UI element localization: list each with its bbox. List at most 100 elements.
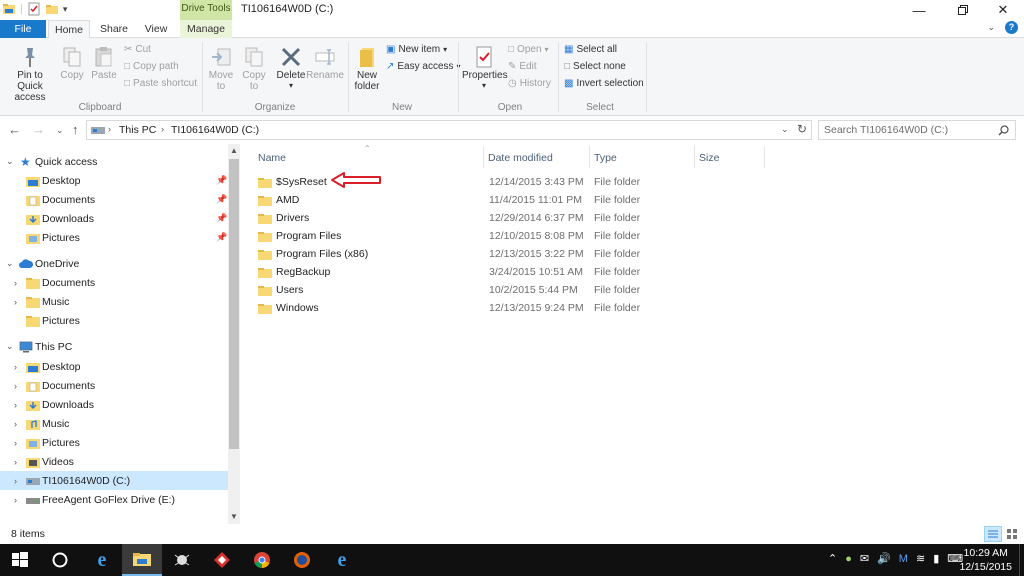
properties-button[interactable]: Properties ▾ bbox=[462, 46, 508, 90]
tree-item-quick-access[interactable]: ⌄ ★ Quick access bbox=[0, 152, 228, 171]
collapsed-chevron-icon[interactable]: › bbox=[14, 400, 17, 410]
easy-access-button[interactable]: ↗Easy access▾ bbox=[386, 61, 461, 72]
tab-share[interactable]: Share bbox=[94, 20, 134, 38]
nav-pane-scroll-thumb[interactable] bbox=[229, 159, 239, 449]
volume-icon[interactable]: 🔊 bbox=[877, 552, 891, 565]
tree-item-pc-documents[interactable]: › Documents bbox=[0, 376, 228, 395]
start-button[interactable] bbox=[0, 544, 40, 576]
column-separator[interactable] bbox=[589, 146, 590, 168]
collapsed-chevron-icon[interactable]: › bbox=[14, 381, 17, 391]
show-desktop-button[interactable] bbox=[1019, 544, 1024, 576]
taskbar-explorer-app[interactable] bbox=[122, 544, 162, 576]
explorer-app-icon[interactable] bbox=[2, 2, 16, 16]
expanded-chevron-icon[interactable]: ⌄ bbox=[6, 156, 14, 167]
column-header-date-modified[interactable]: Date modified bbox=[488, 152, 553, 164]
tree-item-qa-desktop[interactable]: Desktop 📌 bbox=[0, 171, 228, 190]
tree-item-qa-downloads[interactable]: Downloads 📌 bbox=[0, 209, 228, 228]
column-header-type[interactable]: Type bbox=[594, 152, 617, 164]
taskbar-edge-app[interactable]: e bbox=[82, 544, 122, 576]
delete-dropdown-icon[interactable]: ▾ bbox=[274, 81, 308, 90]
scroll-up-icon[interactable]: ▲ bbox=[230, 146, 238, 155]
recent-locations-icon[interactable]: ⌄ bbox=[56, 125, 64, 136]
breadcrumb-drive[interactable]: TI106164W0D (C:) bbox=[171, 124, 259, 136]
pinned-icon[interactable]: 📌 bbox=[216, 175, 227, 186]
column-separator[interactable] bbox=[694, 146, 695, 168]
new-folder-qat-icon[interactable] bbox=[45, 2, 59, 16]
file-row[interactable]: Users 10/2/2015 5:44 PM File folder bbox=[250, 282, 650, 300]
file-row[interactable]: RegBackup 3/24/2015 10:51 AM File folder bbox=[250, 264, 650, 282]
up-arrow-icon[interactable]: ↑ bbox=[72, 122, 79, 137]
details-view-button[interactable] bbox=[984, 526, 1002, 542]
back-arrow-icon[interactable]: ← bbox=[8, 122, 21, 137]
paste-button[interactable]: Paste bbox=[90, 46, 118, 81]
tree-item-pc-music[interactable]: › Music bbox=[0, 414, 228, 433]
expand-ribbon-icon[interactable]: ⌄ bbox=[987, 22, 995, 33]
pinned-icon[interactable]: 📌 bbox=[216, 213, 227, 224]
pinned-icon[interactable]: 📌 bbox=[216, 232, 227, 243]
select-all-button[interactable]: ▦ Select all bbox=[564, 44, 617, 55]
copy-button[interactable]: Copy bbox=[60, 46, 84, 81]
taskbar-app-4[interactable] bbox=[162, 544, 202, 576]
tree-item-this-pc[interactable]: ⌄ This PC bbox=[0, 337, 228, 356]
column-header-name[interactable]: Name bbox=[258, 152, 286, 164]
tree-item-pc-drive-e[interactable]: › FreeAgent GoFlex Drive (E:) bbox=[0, 490, 228, 509]
breadcrumb-chevron-icon[interactable]: › bbox=[161, 124, 164, 134]
wifi-icon[interactable]: ≋ bbox=[916, 552, 925, 565]
tree-item-pc-desktop[interactable]: › Desktop bbox=[0, 357, 228, 376]
taskbar-chrome-app[interactable] bbox=[242, 544, 282, 576]
file-row[interactable]: Program Files (x86) 12/13/2015 3:22 PM F… bbox=[250, 246, 650, 264]
tab-view[interactable]: View bbox=[138, 20, 174, 38]
tree-item-od-pictures[interactable]: Pictures bbox=[0, 311, 228, 330]
taskbar-clock[interactable]: 10:29 AM 12/15/2015 bbox=[959, 546, 1012, 574]
address-dropdown-icon[interactable]: ⌄ bbox=[781, 124, 789, 135]
malwarebytes-icon[interactable]: M bbox=[899, 553, 908, 565]
cut-button[interactable]: ✂ Cut bbox=[124, 44, 151, 55]
select-none-button[interactable]: □ Select none bbox=[564, 61, 626, 72]
tree-item-pc-downloads[interactable]: › Downloads bbox=[0, 395, 228, 414]
expanded-chevron-icon[interactable]: ⌄ bbox=[6, 341, 14, 352]
column-separator[interactable] bbox=[483, 146, 484, 168]
collapsed-chevron-icon[interactable]: › bbox=[14, 438, 17, 448]
move-to-button[interactable]: Move to bbox=[206, 46, 236, 92]
tree-item-od-documents[interactable]: › Documents bbox=[0, 273, 228, 292]
breadcrumb-this-pc[interactable]: This PC bbox=[119, 124, 156, 136]
collapsed-chevron-icon[interactable]: › bbox=[14, 495, 17, 505]
tab-home[interactable]: Home bbox=[48, 20, 90, 39]
refresh-icon[interactable]: ↻ bbox=[797, 122, 807, 136]
battery-icon[interactable]: ▮ bbox=[933, 552, 939, 565]
file-row[interactable]: Windows 12/13/2015 9:24 PM File folder bbox=[250, 300, 650, 318]
mail-icon[interactable]: ✉ bbox=[860, 552, 869, 565]
properties-qat-icon[interactable] bbox=[27, 2, 41, 16]
delete-button[interactable]: Delete ▾ bbox=[274, 46, 308, 90]
address-bar[interactable]: › This PC › TI106164W0D (C:) ⌄ ↻ bbox=[86, 120, 812, 140]
open-button[interactable]: □ Open ▾ bbox=[508, 44, 549, 55]
tree-item-od-music[interactable]: › Music bbox=[0, 292, 228, 311]
collapsed-chevron-icon[interactable]: › bbox=[14, 278, 17, 288]
paste-shortcut-button[interactable]: □ Paste shortcut bbox=[124, 78, 197, 89]
expanded-chevron-icon[interactable]: ⌄ bbox=[6, 258, 14, 269]
file-row[interactable]: $SysReset 12/14/2015 3:43 PM File folder bbox=[250, 174, 650, 192]
pinned-icon[interactable]: 📌 bbox=[216, 194, 227, 205]
copy-to-button[interactable]: Copy to bbox=[240, 46, 268, 92]
tree-item-pc-drive-c[interactable]: › TI106164W0D (C:) bbox=[0, 471, 228, 490]
show-hidden-icons-icon[interactable]: ⌃ bbox=[828, 552, 837, 565]
tree-item-onedrive[interactable]: ⌄ OneDrive bbox=[0, 254, 228, 273]
collapsed-chevron-icon[interactable]: › bbox=[14, 419, 17, 429]
taskbar-ie-app[interactable]: e bbox=[322, 544, 362, 576]
tree-item-pc-videos[interactable]: › Videos bbox=[0, 452, 228, 471]
pin-to-quick-access-button[interactable]: Pin to Quick access bbox=[4, 46, 56, 103]
file-row[interactable]: Program Files 12/10/2015 8:08 PM File fo… bbox=[250, 228, 650, 246]
collapsed-chevron-icon[interactable]: › bbox=[14, 476, 17, 486]
new-folder-button[interactable]: New folder bbox=[352, 46, 382, 92]
taskbar-app-5[interactable] bbox=[202, 544, 242, 576]
invert-selection-button[interactable]: ▩ Invert selection bbox=[564, 78, 644, 89]
tab-file[interactable]: File bbox=[0, 20, 46, 38]
collapsed-chevron-icon[interactable]: › bbox=[14, 297, 17, 307]
collapsed-chevron-icon[interactable]: › bbox=[14, 457, 17, 467]
network-icon[interactable]: ● bbox=[845, 553, 852, 565]
forward-arrow-icon[interactable]: → bbox=[32, 122, 45, 137]
properties-dropdown-icon[interactable]: ▾ bbox=[462, 81, 506, 90]
close-button[interactable]: ✕ bbox=[980, 0, 1024, 20]
large-icons-view-button[interactable] bbox=[1004, 526, 1020, 542]
file-row[interactable]: Drivers 12/29/2014 6:37 PM File folder bbox=[250, 210, 650, 228]
